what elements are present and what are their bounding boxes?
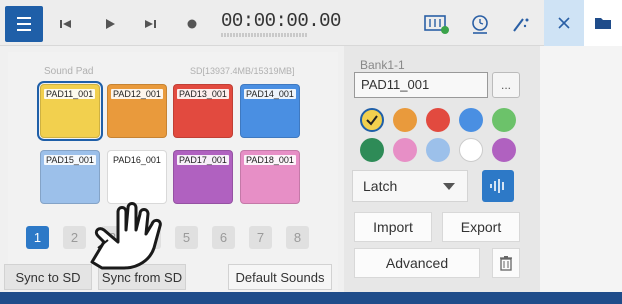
timer-button[interactable] <box>467 12 493 36</box>
right-edge-area <box>540 46 622 298</box>
folder-button[interactable] <box>584 0 622 46</box>
pad-13[interactable]: PAD13_001 <box>173 84 233 138</box>
trash-icon <box>500 256 512 271</box>
skip-back-icon <box>60 20 71 28</box>
pad-label: PAD15_001 <box>44 155 96 165</box>
hamburger-menu-button[interactable] <box>5 6 43 42</box>
export-button[interactable]: Export <box>442 212 520 242</box>
play-button[interactable] <box>100 14 120 34</box>
sound-pad-title: Sound Pad <box>44 66 94 77</box>
pad-17[interactable]: PAD17_001 <box>173 150 233 204</box>
pad-label: PAD11_001 <box>44 89 96 99</box>
top-toolbar: 00:00:00.00 <box>0 0 622 46</box>
dropdown-arrow-icon <box>443 183 455 190</box>
folder-icon <box>595 18 611 29</box>
skip-back-button[interactable] <box>56 14 76 34</box>
play-mode-value: Latch <box>363 178 398 194</box>
pad-settings-panel: Bank1-1 PAD11_001 ... Latch Import Expor… <box>344 46 540 298</box>
page-button-8[interactable]: 8 <box>286 226 309 249</box>
pad-label: PAD18_001 <box>244 155 296 165</box>
skip-forward-button[interactable] <box>140 14 160 34</box>
record-icon <box>187 19 197 29</box>
play-icon <box>106 19 115 29</box>
page-button-6[interactable]: 6 <box>212 226 235 249</box>
bank-label: Bank1-1 <box>360 58 405 72</box>
color-swatch-red[interactable] <box>426 108 450 132</box>
color-swatch-green[interactable] <box>492 108 516 132</box>
pointing-hand-icon <box>90 202 162 270</box>
more-options-button[interactable]: ... <box>492 72 520 98</box>
color-swatch-light-blue[interactable] <box>426 138 450 162</box>
menu-icon-line <box>17 17 31 19</box>
sd-capacity-info: SD[13937.4MB/15319MB] <box>190 66 295 76</box>
default-sounds-button[interactable]: Default Sounds <box>228 264 332 290</box>
pad-name-field[interactable]: PAD11_001 <box>354 72 488 98</box>
pad-label: PAD16_001 <box>111 155 163 165</box>
menu-icon-line <box>17 23 31 25</box>
color-swatch-orange[interactable] <box>393 108 417 132</box>
play-mode-dropdown[interactable]: Latch <box>352 170 468 202</box>
pad-14[interactable]: PAD14_001 <box>240 84 300 138</box>
pad-11[interactable]: PAD11_001 <box>37 81 103 141</box>
import-button[interactable]: Import <box>354 212 432 242</box>
page-button-7[interactable]: 7 <box>249 226 272 249</box>
time-level-bar <box>221 33 307 37</box>
mixer-button[interactable] <box>424 12 450 36</box>
checkmark-icon <box>366 115 378 126</box>
color-swatch-white[interactable] <box>459 138 483 162</box>
color-swatch-dark-green[interactable] <box>360 138 384 162</box>
color-swatch-yellow[interactable] <box>360 108 384 132</box>
waveform-icon <box>490 179 504 193</box>
pad-label: PAD12_001 <box>111 89 163 99</box>
timecode-display: 00:00:00.00 <box>221 10 341 32</box>
delete-button[interactable] <box>492 248 520 278</box>
pad-18[interactable]: PAD18_001 <box>240 150 300 204</box>
pad-label: PAD14_001 <box>244 89 296 99</box>
color-swatch-purple[interactable] <box>492 138 516 162</box>
magic-wand-icon <box>513 18 529 32</box>
bottom-status-strip <box>0 292 622 304</box>
skip-forward-icon <box>145 20 156 28</box>
advanced-button[interactable]: Advanced <box>354 248 480 278</box>
pad-label: PAD17_001 <box>177 155 229 165</box>
page-button-5[interactable]: 5 <box>175 226 198 249</box>
menu-icon-line <box>17 29 31 31</box>
pad-12[interactable]: PAD12_001 <box>107 84 167 138</box>
edit-button[interactable] <box>508 12 534 36</box>
page-button-1[interactable]: 1 <box>26 226 49 249</box>
close-panel-button[interactable] <box>544 0 584 46</box>
pad-label: PAD13_001 <box>177 89 229 99</box>
mixer-settings-icon <box>424 15 449 34</box>
color-swatch-pink[interactable] <box>393 138 417 162</box>
waveform-button[interactable] <box>482 170 514 202</box>
color-swatch-blue[interactable] <box>459 108 483 132</box>
clock-icon <box>472 15 488 34</box>
close-icon <box>558 17 570 29</box>
record-button[interactable] <box>182 14 202 34</box>
